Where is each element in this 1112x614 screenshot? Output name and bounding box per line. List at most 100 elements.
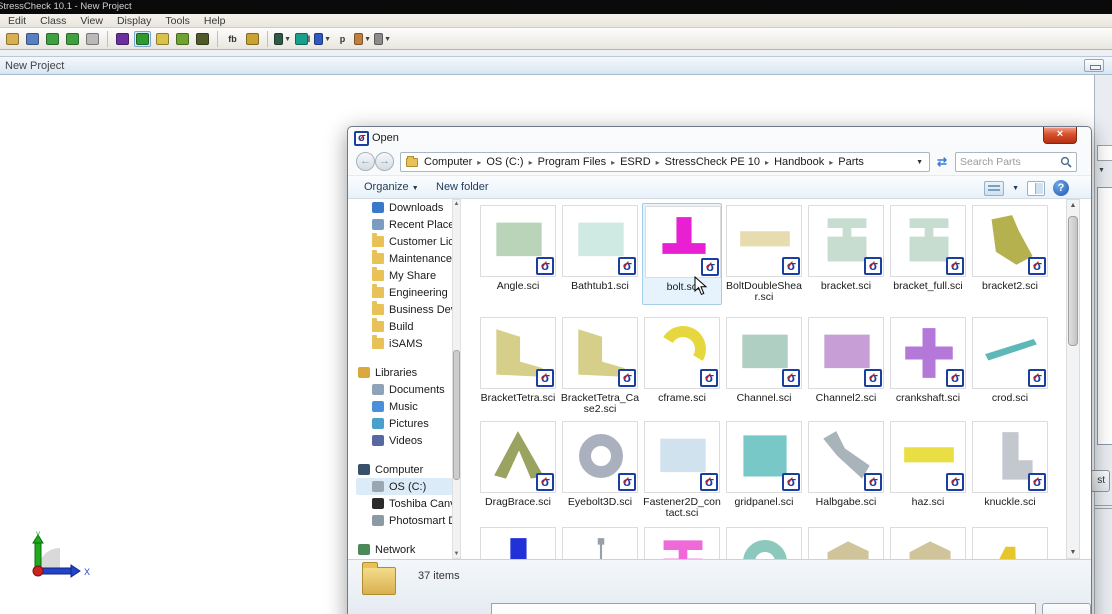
file-item[interactable]: σ✓ bbox=[724, 525, 804, 559]
file-item[interactable]: σ✓Eyebolt3D.sci bbox=[560, 419, 640, 521]
forward-button[interactable]: → bbox=[375, 152, 394, 171]
menu-class[interactable]: Class bbox=[40, 15, 66, 27]
search-box[interactable] bbox=[955, 152, 1077, 172]
breadcrumb-item[interactable]: Program Files bbox=[536, 156, 608, 168]
file-item[interactable]: σ✓cframe.sci bbox=[642, 315, 722, 417]
file-item[interactable]: σ✓ bbox=[560, 525, 640, 559]
document-minimize-button[interactable] bbox=[1084, 59, 1104, 72]
filename-input-fragment[interactable] bbox=[491, 603, 1036, 614]
find-menu-icon[interactable]: ▼ bbox=[374, 31, 391, 47]
license-key-icon[interactable] bbox=[244, 31, 261, 47]
view-purple-icon[interactable] bbox=[114, 31, 131, 47]
close-button[interactable]: × bbox=[1043, 127, 1077, 144]
sidebar-item-music[interactable]: Music bbox=[356, 398, 458, 415]
menu-edit[interactable]: Edit bbox=[8, 15, 26, 27]
new-folder-button[interactable]: New folder bbox=[436, 181, 489, 193]
file-item[interactable]: σ✓knuckle.sci bbox=[970, 419, 1050, 521]
sidebar-item-customer-license[interactable]: Customer License bbox=[356, 233, 458, 250]
file-item[interactable]: σ✓gridpanel.sci bbox=[724, 419, 804, 521]
change-view-button[interactable] bbox=[984, 181, 1004, 196]
file-item[interactable]: σ✓BracketTetra_Case2.sci bbox=[560, 315, 640, 417]
sidebar-item-my-share[interactable]: My Share bbox=[356, 267, 458, 284]
sidebar-item-engineering[interactable]: Engineering bbox=[356, 284, 458, 301]
sidebar-item-business-develop[interactable]: Business Develop bbox=[356, 301, 458, 318]
file-item[interactable]: σ✓bracket_full.sci bbox=[888, 203, 968, 305]
sidebar-item-isams[interactable]: iSAMS bbox=[356, 335, 458, 352]
handbook-icon[interactable]: fb bbox=[224, 31, 241, 47]
file-item[interactable]: σ✓Channel2.sci bbox=[806, 315, 886, 417]
search-input[interactable] bbox=[960, 155, 1056, 169]
sidebar-item-network[interactable]: Network bbox=[356, 541, 458, 558]
scroll-up-icon[interactable]: ▲ bbox=[1067, 202, 1079, 209]
sidebar-item-maintenance-con[interactable]: Maintenance Con bbox=[356, 250, 458, 267]
export-model-icon[interactable] bbox=[64, 31, 81, 47]
panel-list-fragment[interactable] bbox=[1097, 187, 1112, 445]
open-file-icon[interactable] bbox=[4, 31, 21, 47]
dialog-title-bar[interactable]: σ✓ Open × bbox=[348, 127, 1091, 150]
file-item[interactable]: σ✓bracket.sci bbox=[806, 203, 886, 305]
grid-scrollbar[interactable]: ▲ ▼ bbox=[1066, 199, 1080, 559]
scroll-down-icon[interactable]: ▼ bbox=[1067, 549, 1079, 556]
breadcrumb-item[interactable]: ESRD bbox=[618, 156, 653, 168]
sidebar-item-pictures[interactable]: Pictures bbox=[356, 415, 458, 432]
file-item[interactable]: σ✓DragBrace.sci bbox=[478, 419, 558, 521]
breadcrumb-item[interactable]: Handbook bbox=[772, 156, 826, 168]
open-button-fragment[interactable] bbox=[1042, 603, 1091, 614]
file-item[interactable]: σ✓ bbox=[806, 525, 886, 559]
import-model-icon[interactable] bbox=[44, 31, 61, 47]
sidebar-item-computer[interactable]: Computer bbox=[356, 461, 458, 478]
breadcrumb-dropdown-icon[interactable]: ▼ bbox=[910, 159, 929, 166]
sidebar-item-os-c-[interactable]: OS (C:) bbox=[356, 478, 458, 495]
refresh-icon[interactable]: ⇄ bbox=[932, 152, 952, 172]
nav-scrollbar[interactable]: ▲ ▼ bbox=[452, 199, 461, 559]
panel-dropdown-fragment[interactable]: ▼ bbox=[1098, 167, 1105, 174]
file-item[interactable]: σ✓Channel.sci bbox=[724, 315, 804, 417]
scrollbar-thumb[interactable] bbox=[1068, 216, 1078, 346]
menu-view[interactable]: View bbox=[80, 15, 103, 27]
view-dark-icon[interactable] bbox=[194, 31, 211, 47]
rotate-menu-icon[interactable]: ▼ bbox=[354, 31, 371, 47]
sidebar-item-toshiba-canvio-h[interactable]: Toshiba Canvio H bbox=[356, 495, 458, 512]
file-item[interactable]: σ✓haz.sci bbox=[888, 419, 968, 521]
breadcrumb-item[interactable]: StressCheck PE 10 bbox=[663, 156, 762, 168]
mesh-menu-icon[interactable]: ▼ bbox=[274, 31, 291, 47]
sidebar-item-photosmart-d110[interactable]: Photosmart D110 bbox=[356, 512, 458, 529]
file-item[interactable]: σ✓crod.sci bbox=[970, 315, 1050, 417]
menu-help[interactable]: Help bbox=[204, 15, 226, 27]
sidebar-item-libraries[interactable]: Libraries bbox=[356, 364, 458, 381]
breadcrumb-item[interactable]: Computer bbox=[422, 156, 474, 168]
file-item[interactable]: σ✓BoltDoubleShear.sci bbox=[724, 203, 804, 305]
sidebar-item-videos[interactable]: Videos bbox=[356, 432, 458, 449]
sidebar-item-documents[interactable]: Documents bbox=[356, 381, 458, 398]
ibeam-icon[interactable]: I bbox=[294, 31, 311, 47]
sidebar-item-build[interactable]: Build bbox=[356, 318, 458, 335]
back-button[interactable]: ← bbox=[356, 152, 375, 171]
sidebar-item-recent-places[interactable]: Recent Places bbox=[356, 216, 458, 233]
file-item[interactable]: σ✓BracketTetra.sci bbox=[478, 315, 558, 417]
menu-display[interactable]: Display bbox=[117, 15, 151, 27]
scroll-up-icon[interactable]: ▲ bbox=[453, 201, 460, 207]
file-item[interactable]: σ✓ bbox=[478, 525, 558, 559]
file-item[interactable]: σ✓crankshaft.sci bbox=[888, 315, 968, 417]
view-mixed-icon[interactable] bbox=[174, 31, 191, 47]
file-item[interactable]: σ✓ bbox=[970, 525, 1050, 559]
preview-pane-button[interactable] bbox=[1027, 181, 1045, 196]
point-icon[interactable]: p bbox=[334, 31, 351, 47]
print-icon[interactable] bbox=[84, 31, 101, 47]
file-item[interactable]: σ✓Angle.sci bbox=[478, 203, 558, 305]
view-folder-icon[interactable] bbox=[154, 31, 171, 47]
breadcrumb[interactable]: Computer▸OS (C:)▸Program Files▸ESRD▸Stre… bbox=[400, 152, 930, 172]
select-menu-icon[interactable]: ▼ bbox=[314, 31, 331, 47]
file-item[interactable]: σ✓bolt.sci bbox=[642, 203, 722, 305]
file-item[interactable]: σ✓bracket2.sci bbox=[970, 203, 1050, 305]
save-icon[interactable] bbox=[24, 31, 41, 47]
scroll-down-icon[interactable]: ▼ bbox=[453, 551, 460, 557]
file-item[interactable]: σ✓ bbox=[888, 525, 968, 559]
file-item[interactable]: σ✓ bbox=[642, 525, 722, 559]
help-button[interactable]: ? bbox=[1053, 180, 1069, 196]
menu-tools[interactable]: Tools bbox=[165, 15, 190, 27]
organize-button[interactable]: Organize ▼ bbox=[364, 181, 419, 193]
file-item[interactable]: σ✓Halbgabe.sci bbox=[806, 419, 886, 521]
scrollbar-thumb[interactable] bbox=[453, 350, 460, 480]
sidebar-item-downloads[interactable]: Downloads bbox=[356, 199, 458, 216]
